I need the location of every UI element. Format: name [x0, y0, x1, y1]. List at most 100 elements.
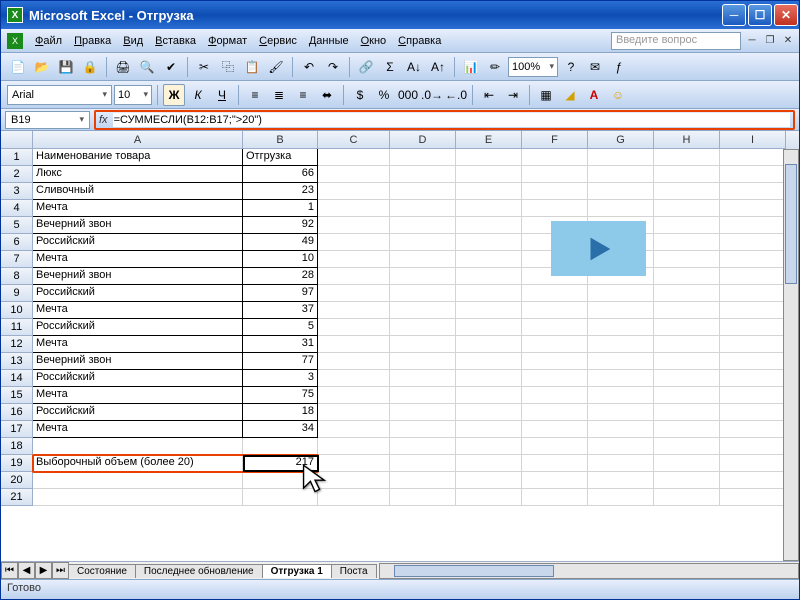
- cell[interactable]: [390, 149, 456, 166]
- row-header[interactable]: 4: [1, 200, 33, 217]
- cell[interactable]: 23: [243, 183, 318, 200]
- inc-decimal-icon[interactable]: .0→: [421, 84, 443, 106]
- col-header-G[interactable]: G: [588, 131, 654, 149]
- cell[interactable]: [522, 455, 588, 472]
- cell[interactable]: 49: [243, 234, 318, 251]
- row-header[interactable]: 7: [1, 251, 33, 268]
- cell[interactable]: [654, 438, 720, 455]
- cell[interactable]: [456, 438, 522, 455]
- cell[interactable]: [588, 285, 654, 302]
- cell[interactable]: [720, 455, 786, 472]
- tab-first-button[interactable]: ⏮: [1, 562, 18, 579]
- row-header[interactable]: 1: [1, 149, 33, 166]
- cell[interactable]: [522, 421, 588, 438]
- cell[interactable]: [720, 200, 786, 217]
- cell[interactable]: [522, 387, 588, 404]
- cut-icon[interactable]: ✂: [193, 56, 215, 78]
- cell[interactable]: [456, 183, 522, 200]
- autosum-icon[interactable]: Σ: [379, 56, 401, 78]
- cell[interactable]: [390, 353, 456, 370]
- cell[interactable]: [456, 166, 522, 183]
- row-header[interactable]: 2: [1, 166, 33, 183]
- cell[interactable]: [522, 370, 588, 387]
- col-header-C[interactable]: C: [318, 131, 390, 149]
- cell[interactable]: [456, 200, 522, 217]
- cell[interactable]: [318, 387, 390, 404]
- cell[interactable]: Сливочный: [33, 183, 243, 200]
- cell[interactable]: [588, 455, 654, 472]
- cell[interactable]: [720, 404, 786, 421]
- cell[interactable]: [456, 353, 522, 370]
- col-header-H[interactable]: H: [654, 131, 720, 149]
- format-painter-icon[interactable]: 🖌: [265, 56, 287, 78]
- borders-icon[interactable]: ▦: [535, 84, 557, 106]
- row-header[interactable]: 17: [1, 421, 33, 438]
- cell[interactable]: [318, 489, 390, 506]
- cell[interactable]: 1: [243, 200, 318, 217]
- copy-icon[interactable]: ⿻: [217, 56, 239, 78]
- cell[interactable]: [720, 438, 786, 455]
- cell[interactable]: [318, 472, 390, 489]
- cell[interactable]: [654, 319, 720, 336]
- cell[interactable]: Вечерний звон: [33, 353, 243, 370]
- col-header-E[interactable]: E: [456, 131, 522, 149]
- cell[interactable]: [318, 251, 390, 268]
- cell[interactable]: [33, 489, 243, 506]
- cell[interactable]: [390, 234, 456, 251]
- cell[interactable]: Отгрузка: [243, 149, 318, 166]
- cell[interactable]: Вечерний звон: [33, 217, 243, 234]
- cell[interactable]: [654, 489, 720, 506]
- cell[interactable]: 37: [243, 302, 318, 319]
- row-header[interactable]: 20: [1, 472, 33, 489]
- cell[interactable]: [318, 268, 390, 285]
- cell[interactable]: [522, 285, 588, 302]
- cell[interactable]: [720, 319, 786, 336]
- cell[interactable]: [588, 149, 654, 166]
- row-header[interactable]: 11: [1, 319, 33, 336]
- row-header[interactable]: 5: [1, 217, 33, 234]
- cell[interactable]: Мечта: [33, 336, 243, 353]
- doc-minimize-button[interactable]: ─: [745, 34, 759, 48]
- row-header[interactable]: 19: [1, 455, 33, 472]
- cell[interactable]: Мечта: [33, 387, 243, 404]
- menu-формат[interactable]: Формат: [202, 32, 253, 50]
- cell[interactable]: [318, 149, 390, 166]
- cell[interactable]: Мечта: [33, 251, 243, 268]
- cell[interactable]: [318, 234, 390, 251]
- cell[interactable]: [318, 438, 390, 455]
- menu-справка[interactable]: Справка: [392, 32, 447, 50]
- cell[interactable]: [522, 149, 588, 166]
- cell[interactable]: Наименование товара: [33, 149, 243, 166]
- cell[interactable]: 77: [243, 353, 318, 370]
- menu-сервис[interactable]: Сервис: [253, 32, 303, 50]
- sheet-tab[interactable]: Последнее обновление: [135, 564, 263, 578]
- spellcheck-icon[interactable]: ✔: [160, 56, 182, 78]
- cell[interactable]: [318, 336, 390, 353]
- row-header[interactable]: 15: [1, 387, 33, 404]
- row-header[interactable]: 6: [1, 234, 33, 251]
- close-button[interactable]: ✕: [774, 4, 798, 26]
- menu-правка[interactable]: Правка: [68, 32, 117, 50]
- cell[interactable]: [318, 404, 390, 421]
- cell[interactable]: [588, 200, 654, 217]
- cell[interactable]: [243, 438, 318, 455]
- cell[interactable]: [588, 166, 654, 183]
- maximize-button[interactable]: ☐: [748, 4, 772, 26]
- cell[interactable]: [456, 472, 522, 489]
- cell[interactable]: 34: [243, 421, 318, 438]
- cell[interactable]: [522, 336, 588, 353]
- cell[interactable]: [720, 166, 786, 183]
- fill-color-icon[interactable]: ◢: [559, 84, 581, 106]
- horizontal-scrollbar[interactable]: [379, 563, 799, 579]
- cell[interactable]: [654, 166, 720, 183]
- cell[interactable]: [720, 353, 786, 370]
- cell[interactable]: [318, 166, 390, 183]
- cell[interactable]: [33, 438, 243, 455]
- cell[interactable]: 66: [243, 166, 318, 183]
- cell[interactable]: [654, 200, 720, 217]
- doc-close-button[interactable]: ✕: [781, 34, 795, 48]
- cell[interactable]: Мечта: [33, 302, 243, 319]
- cell[interactable]: Российский: [33, 370, 243, 387]
- cell[interactable]: [654, 336, 720, 353]
- cell[interactable]: [456, 387, 522, 404]
